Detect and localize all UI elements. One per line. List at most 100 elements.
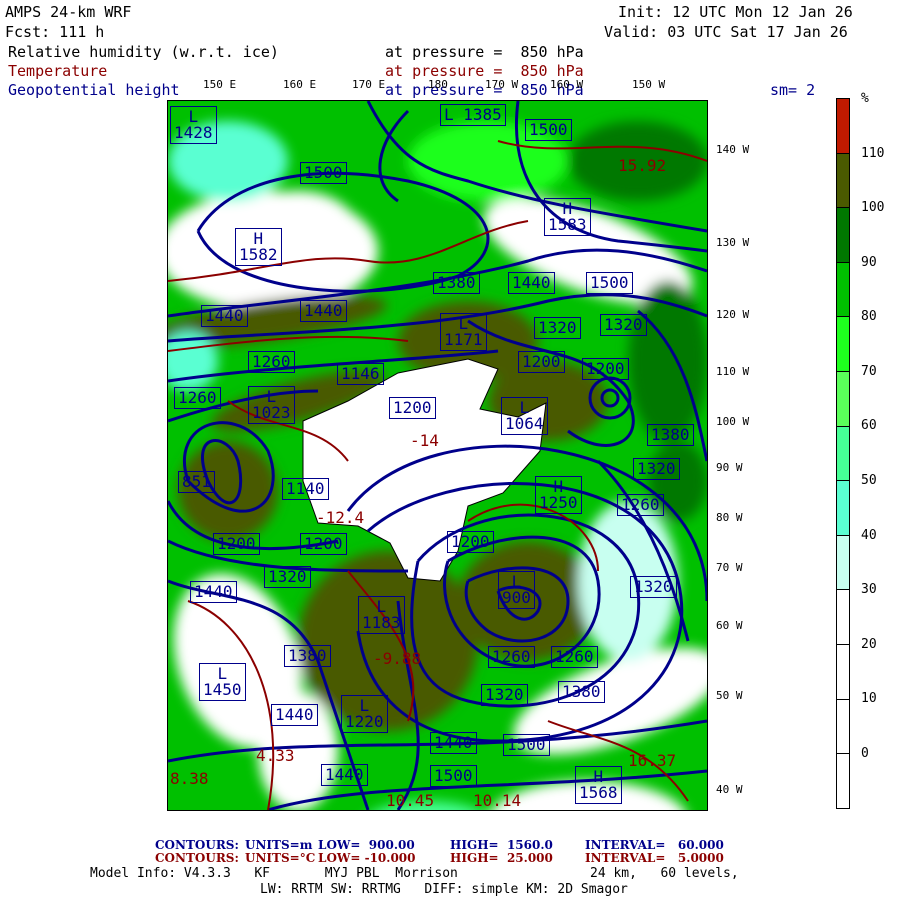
height-contour-interval: INTERVAL= 60.000 xyxy=(585,838,724,852)
colorbar-label: 40 xyxy=(861,528,877,543)
height-label: 1380 xyxy=(647,424,694,446)
colorbar-label: 10 xyxy=(861,691,877,706)
lon-label-right: 80 W xyxy=(716,511,743,524)
forecast-hour: Fcst: 111 h xyxy=(5,23,105,41)
height-label: 1320 xyxy=(264,566,311,588)
height-label: 1440 xyxy=(508,272,555,294)
colorbar-label: 80 xyxy=(861,309,877,324)
height-label: 1440 xyxy=(321,764,368,786)
field-rh-name: Relative humidity (w.r.t. ice) xyxy=(8,43,279,61)
height-label: 1146 xyxy=(337,363,384,385)
field-height-name: Geopotential height xyxy=(8,81,180,99)
smoothing-label: sm= 2 xyxy=(770,81,816,99)
lon-label-right: 120 W xyxy=(716,308,750,321)
temp-contour-label: CONTOURS: xyxy=(155,851,239,865)
height-label: L 1450 xyxy=(199,663,246,701)
temp-contour-low: LOW= -10.000 xyxy=(318,851,416,865)
colorbar-label: 90 xyxy=(861,255,877,270)
lon-label-right: 100 W xyxy=(716,415,750,428)
height-label: 1440 xyxy=(190,581,237,603)
valid-time: Valid: 03 UTC Sat 17 Jan 26 xyxy=(604,23,848,41)
height-label: 1200 xyxy=(518,351,565,373)
height-label: L 1064 xyxy=(501,397,548,435)
height-label: 1260 xyxy=(551,646,598,668)
height-label: 1200 xyxy=(300,533,347,555)
model-physics: LW: RRTM SW: RRTMG DIFF: simple KM: 2D S… xyxy=(260,882,628,897)
height-label: 1380 xyxy=(284,645,331,667)
colorbar-box xyxy=(836,698,850,755)
colorbar-box xyxy=(836,316,850,372)
init-time: Init: 12 UTC Mon 12 Jan 26 xyxy=(618,3,853,21)
height-label: 1500 xyxy=(503,734,550,756)
lon-label-top: 160 W xyxy=(550,78,584,91)
height-label: 1440 xyxy=(300,300,347,322)
height-label: 1260 xyxy=(488,646,535,668)
height-contour-high: HIGH= 1560.0 xyxy=(450,838,553,852)
colorbar-unit: % xyxy=(861,91,869,106)
field-rh-level: at pressure = 850 hPa xyxy=(385,43,584,61)
colorbar-label: 60 xyxy=(861,418,877,433)
lon-label-top: 150 E xyxy=(203,78,237,91)
height-label: 1440 xyxy=(430,732,477,754)
colorbar-label: 20 xyxy=(861,637,877,652)
colorbar-box xyxy=(836,371,850,427)
height-label: 851 xyxy=(178,471,215,493)
lon-label-right: 70 W xyxy=(716,561,743,574)
colorbar-label: 70 xyxy=(861,364,877,379)
map-fields xyxy=(168,101,707,810)
colorbar-box xyxy=(836,261,850,318)
height-label: L 900 xyxy=(498,571,535,609)
height-label: L 1023 xyxy=(248,386,295,424)
height-label: 1320 xyxy=(534,317,581,339)
lon-label-top: 170 W xyxy=(485,78,519,91)
temperature-label: 10.14 xyxy=(473,791,522,810)
height-contour-label: CONTOURS: xyxy=(155,838,239,852)
height-label: H 1583 xyxy=(544,198,591,236)
temperature-label: 10.45 xyxy=(386,791,435,810)
colorbar-box xyxy=(836,534,850,591)
height-label: 1320 xyxy=(600,314,647,336)
lon-label-right: 110 W xyxy=(716,365,750,378)
height-contour-low: LOW= 900.00 xyxy=(318,838,415,852)
height-label: 1500 xyxy=(430,765,477,787)
colorbar-box xyxy=(836,152,850,209)
temperature-label: -14 xyxy=(410,431,439,450)
lon-label-right: 40 W xyxy=(716,783,743,796)
lon-label-right: 90 W xyxy=(716,461,743,474)
lon-label-right: 50 W xyxy=(716,689,743,702)
lon-label-top: 150 W xyxy=(632,78,666,91)
height-label: 1200 xyxy=(213,533,260,555)
temperature-label: 8.38 xyxy=(170,769,209,788)
temperature-label: 16.37 xyxy=(628,751,677,770)
height-label: 1260 xyxy=(617,494,664,516)
colorbar-box xyxy=(836,480,850,536)
model-info: Model Info: V4.3.3 KF MYJ PBL Morrison xyxy=(90,866,458,881)
lon-label-right: 140 W xyxy=(716,143,750,156)
weather-map: L 1428 1500 H 1582 1440 1440 1260 1260 L… xyxy=(167,100,708,811)
height-label: L 1385 xyxy=(440,104,506,126)
colorbar-label: 30 xyxy=(861,582,877,597)
height-label: 1440 xyxy=(201,305,248,327)
lon-label-top: 170 E xyxy=(352,78,386,91)
temp-contour-high: HIGH= 25.000 xyxy=(450,851,553,865)
temperature-label: -12.4 xyxy=(316,508,365,527)
height-label: L 1183 xyxy=(358,596,405,634)
lon-label-top: 160 E xyxy=(283,78,317,91)
temp-contour-interval: INTERVAL= 5.0000 xyxy=(585,851,724,865)
model-title: AMPS 24-km WRF xyxy=(5,3,132,21)
height-label: 1260 xyxy=(174,387,221,409)
lon-label-right: 130 W xyxy=(716,236,750,249)
colorbar-label: 50 xyxy=(861,473,877,488)
height-label: 1320 xyxy=(630,576,677,598)
height-label: 1440 xyxy=(271,704,318,726)
height-label: L 1220 xyxy=(341,695,388,733)
colorbar-box xyxy=(836,644,850,700)
temp-contour-units: UNITS=°C xyxy=(245,851,316,865)
height-label: 1380 xyxy=(433,272,480,294)
height-label: L 1171 xyxy=(440,313,487,351)
height-label: H 1250 xyxy=(535,476,582,514)
temperature-label: 4.33 xyxy=(256,746,295,765)
colorbar-box xyxy=(836,589,850,645)
height-label: L 1428 xyxy=(170,106,217,144)
height-label: 1140 xyxy=(282,478,329,500)
